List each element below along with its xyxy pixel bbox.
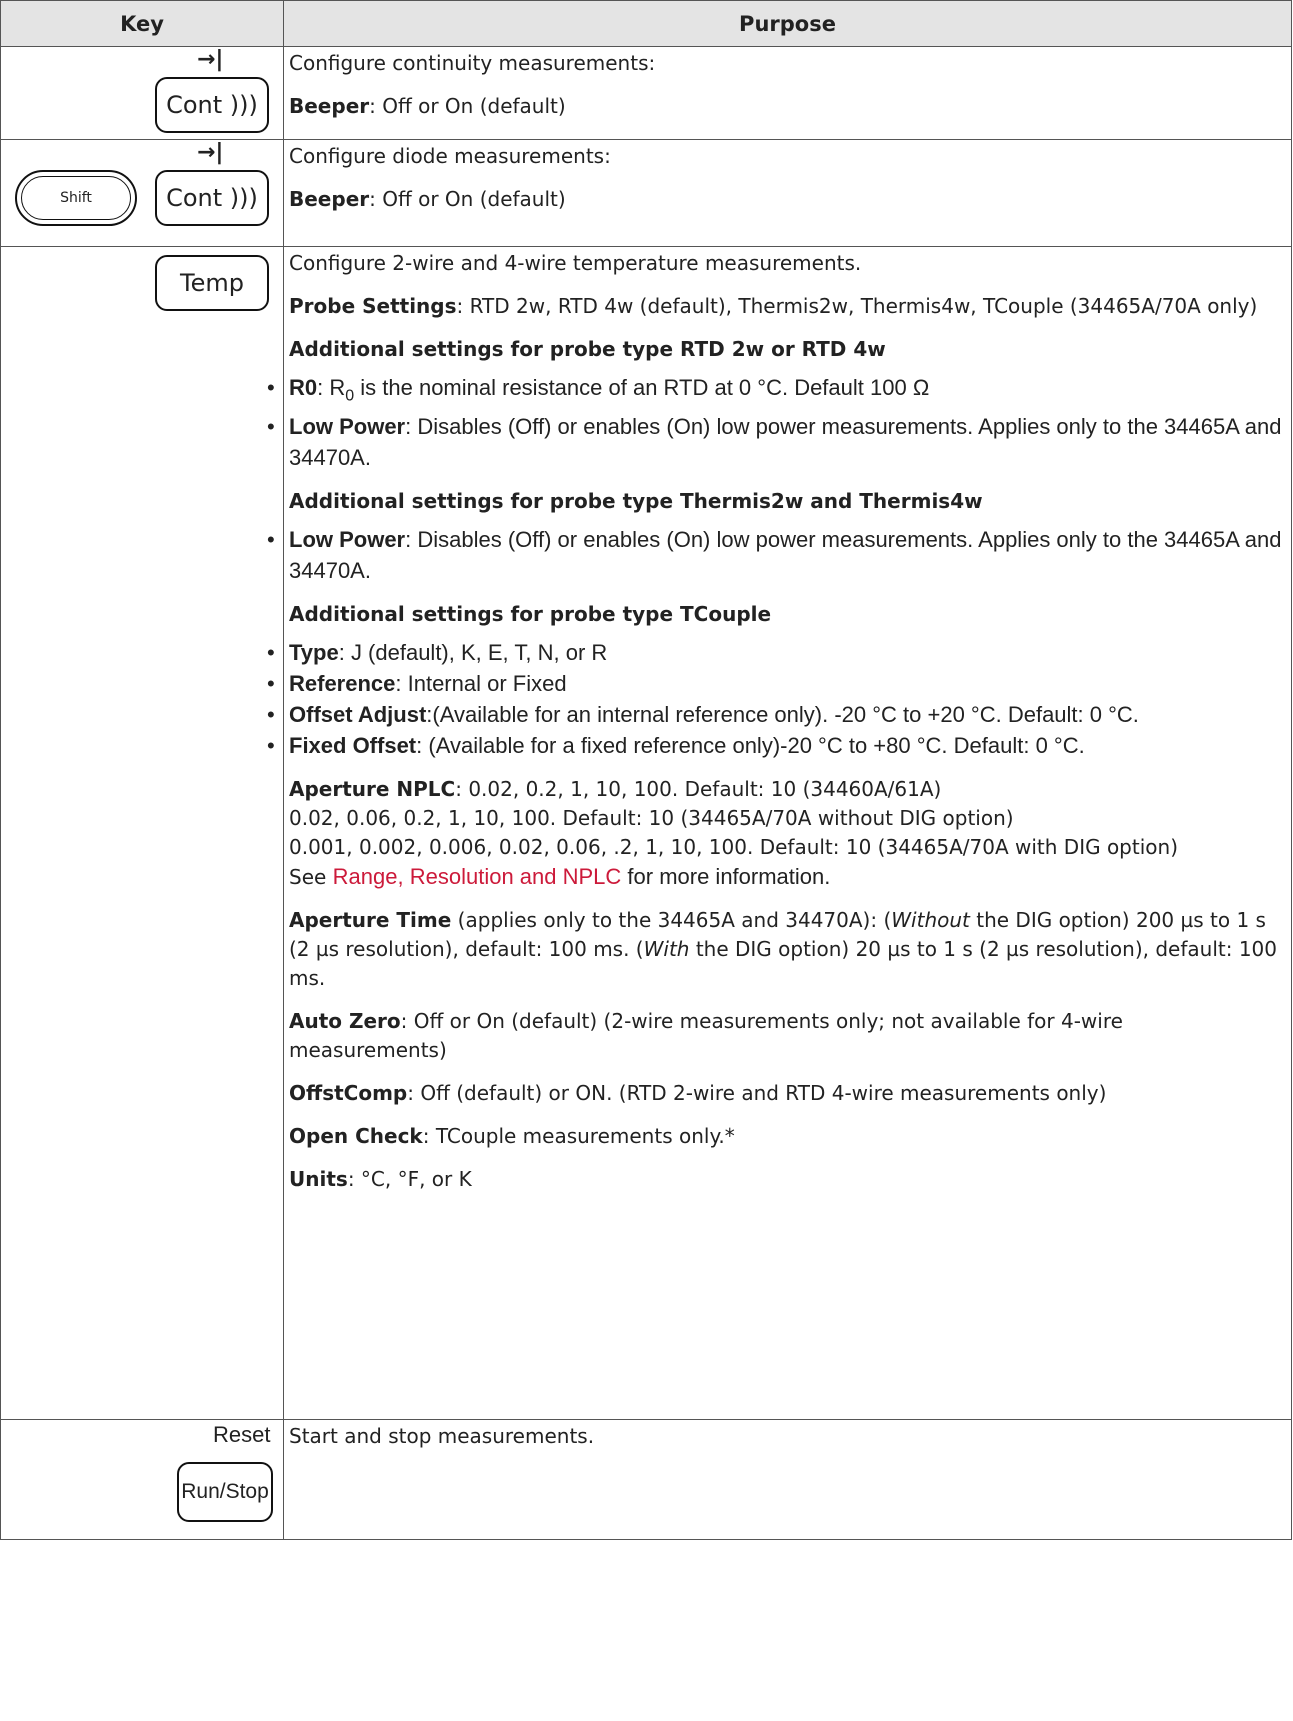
list-item: • Type: J (default), K, E, T, N, or R xyxy=(267,640,608,666)
offset-comp: OffstComp: Off (default) or ON. (RTD 2-w… xyxy=(289,1081,1107,1106)
purpose-cell-run: Start and stop measurements. xyxy=(283,1419,1292,1540)
list-item: • Reference: Internal or Fixed xyxy=(267,671,567,697)
sound-waves-icon: ))) xyxy=(222,184,258,212)
temp-description: Configure 2-wire and 4-wire temperature … xyxy=(289,251,862,275)
cont-key-label: Cont xyxy=(166,91,223,119)
run-stop-key-button[interactable]: Run/Stop xyxy=(177,1462,273,1522)
header-key: Key xyxy=(0,0,284,47)
sound-waves-icon: ))) xyxy=(222,91,258,119)
table-row: →| Shift Cont ))) Configure diode measur… xyxy=(0,139,1292,247)
key-cell-diode: →| Shift Cont ))) xyxy=(0,139,284,247)
key-cell-temp: Temp xyxy=(0,246,284,1420)
purpose-cell-cont: Configure continuity measurements: Beepe… xyxy=(283,46,1292,140)
key-cell-cont: →| Cont ))) xyxy=(0,46,284,140)
auto-zero: Auto Zero: Off or On (default) (2-wire m… xyxy=(289,1009,1123,1063)
purpose-cell-temp: Configure 2-wire and 4-wire temperature … xyxy=(267,246,1292,1420)
rtd-settings-list: • R0: R0 is the nominal resistance of an … xyxy=(267,372,1285,473)
diode-symbol-icon: →| xyxy=(197,140,224,165)
tcouple-heading: Additional settings for probe type TCoup… xyxy=(289,602,772,627)
shift-key-button[interactable]: Shift xyxy=(15,170,137,226)
thermistor-heading: Additional settings for probe type Therm… xyxy=(289,489,983,514)
temp-key-button[interactable]: Temp xyxy=(155,255,269,311)
purpose-cell-diode: Configure diode measurements: Beeper: Of… xyxy=(283,139,1292,247)
cont-key-button[interactable]: Cont ))) xyxy=(155,170,269,226)
list-item: • Offset Adjust:(Available for an interna… xyxy=(267,702,1139,728)
units: Units: °C, °F, or K xyxy=(289,1167,472,1192)
table-row: Temp Configure 2-wire and 4-wire tempera… xyxy=(0,246,1292,1420)
diode-beeper: Beeper: Off or On (default) xyxy=(289,187,566,211)
list-item: • Low Power: Disables (Off) or enables (O… xyxy=(267,414,1282,471)
table-row: →| Cont ))) Configure continuity measure… xyxy=(0,46,1292,140)
table-row: Reset Run/Stop Start and stop measuremen… xyxy=(0,1419,1292,1540)
temp-probe-settings: Probe Settings: RTD 2w, RTD 4w (default)… xyxy=(289,294,1258,318)
diode-description: Configure diode measurements: xyxy=(289,144,611,168)
temp-key-label: Temp xyxy=(180,269,244,297)
table-header-row: Key Purpose xyxy=(0,0,1292,47)
aperture-time: Aperture Time (applies only to the 34465… xyxy=(289,908,1277,991)
list-item: • Low Power: Disables (Off) or enables (O… xyxy=(267,527,1282,584)
range-resolution-nplc-link[interactable]: Range, Resolution and NPLC xyxy=(333,864,622,889)
cont-key-label: Cont xyxy=(166,184,223,212)
open-check: Open Check: TCouple measurements only.* xyxy=(289,1124,735,1149)
cont-key-button[interactable]: Cont ))) xyxy=(155,77,269,133)
shift-key-label: Shift xyxy=(60,190,92,206)
rtd-heading: Additional settings for probe type RTD 2… xyxy=(289,337,886,361)
list-item: • R0: R0 is the nominal resistance of an … xyxy=(267,375,930,405)
header-purpose: Purpose xyxy=(283,0,1292,47)
run-stop-key-label: Run/Stop xyxy=(181,1480,269,1503)
run-description: Start and stop measurements. xyxy=(289,1424,595,1448)
thermistor-settings-list: • Low Power: Disables (Off) or enables (O… xyxy=(267,524,1285,586)
cont-description: Configure continuity measurements: xyxy=(289,51,656,75)
cont-beeper: Beeper: Off or On (default) xyxy=(289,94,566,118)
list-item: • Fixed Offset: (Available for a fixed re… xyxy=(267,733,1085,759)
key-purpose-table: Key Purpose →| Cont ))) Configure contin… xyxy=(0,0,1292,1540)
key-cell-run: Reset Run/Stop xyxy=(0,1419,284,1540)
tcouple-settings-list: • Type: J (default), K, E, T, N, or R • Re… xyxy=(267,637,1285,761)
diode-symbol-icon: →| xyxy=(197,47,224,72)
reset-label: Reset xyxy=(213,1422,271,1447)
aperture-nplc: Aperture NPLC: 0.02, 0.2, 1, 10, 100. De… xyxy=(289,777,1178,890)
